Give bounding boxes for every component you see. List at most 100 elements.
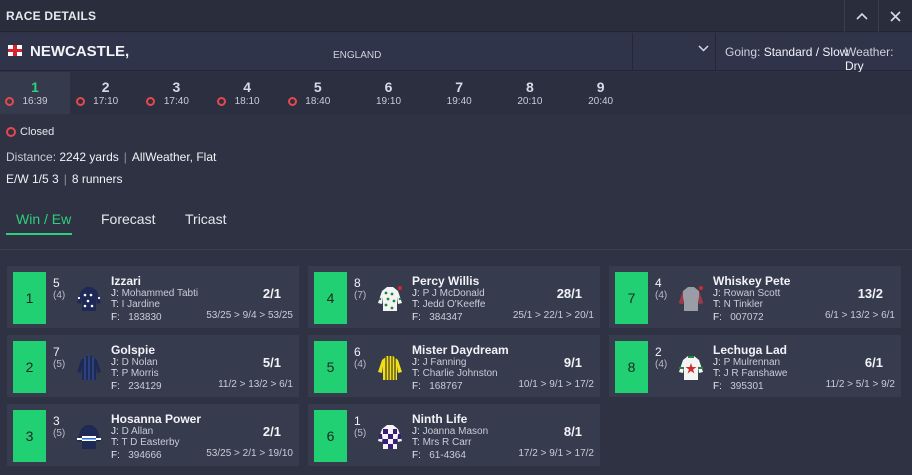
draw-number: (5) — [53, 359, 66, 370]
draw-number: (4) — [53, 290, 66, 301]
trainer-label: T: — [412, 299, 420, 310]
form-label: F: — [111, 312, 120, 323]
race-tab-5[interactable]: 5 18:40 — [283, 72, 353, 114]
window-title: RACE DETAILS — [6, 8, 97, 23]
trainer-line: T: Jedd O'Keeffe — [412, 299, 485, 310]
odds-button[interactable]: 2/1 — [263, 286, 281, 301]
trainer-line: T: J R Fanshawe — [713, 368, 787, 379]
tab-tricast[interactable]: Tricast — [185, 211, 226, 227]
runner-card[interactable]: 4 8 (7) Percy Willis J: P J McDonald T: Jedd … — [308, 266, 600, 328]
close-button[interactable] — [878, 0, 912, 32]
form-label: F: — [111, 450, 120, 461]
closed-status-icon — [5, 97, 14, 106]
draw-number: (4) — [655, 290, 668, 301]
jockey-silk-icon — [75, 283, 103, 313]
jockey-name: D Nolan — [121, 357, 158, 368]
race-tab-1[interactable]: 1 16:39 — [0, 72, 70, 114]
odds-button[interactable]: 13/2 — [858, 286, 883, 301]
jockey-line: J: Joanna Mason — [412, 426, 488, 437]
race-tab-3[interactable]: 3 17:40 — [141, 72, 211, 114]
form-figures: 183830 — [128, 312, 162, 323]
odds-button[interactable]: 28/1 — [557, 286, 582, 301]
runner-card[interactable]: 7 4 (4) Whiskey Pete J: Rowan Scott T: N Tink… — [609, 266, 901, 328]
active-tab-indicator — [6, 233, 72, 235]
race-tab-2[interactable]: 2 17:10 — [71, 72, 141, 114]
jockey-name: P J McDonald — [422, 288, 485, 299]
odds-button[interactable]: 9/1 — [564, 355, 582, 370]
runner-card[interactable]: 5 6 (4) Mister Daydream J: J Fanning T: Charl… — [308, 335, 600, 397]
jockey-line: J: J Fanning — [412, 357, 466, 368]
race-time: 19:10 — [375, 96, 402, 107]
form-figures: 384347 — [429, 312, 463, 323]
race-tab-6[interactable]: 6 19:10 — [354, 72, 424, 114]
stall-number: 1 — [354, 414, 361, 428]
previous-odds: 6/1 > 13/2 > 6/1 — [824, 310, 895, 321]
race-time: 20:10 — [517, 96, 543, 107]
jockey-name: D Allan — [121, 426, 154, 437]
race-number: 7 — [455, 79, 464, 95]
saddle-cloth-number: 7 — [615, 272, 648, 324]
weather-label: Weather: — [845, 45, 894, 59]
separator: | — [123, 150, 127, 164]
weather-info: Weather: Dry — [845, 45, 912, 73]
race-tab-8[interactable]: 8 20:10 — [495, 72, 565, 114]
race-status: Closed — [6, 126, 54, 138]
jockey-line: J: P J McDonald — [412, 288, 485, 299]
previous-odds: 53/25 > 2/1 > 19/10 — [206, 448, 293, 459]
runner-card[interactable]: 8 2 (4) Lechuga Lad J: P Mulrennan T: J R Fan… — [609, 335, 901, 397]
trainer-name: N Tinkler — [723, 299, 764, 310]
race-tab-9[interactable]: 9 20:40 — [566, 72, 636, 114]
trainer-line: T: N Tinkler — [713, 299, 763, 310]
jockey-label: J: — [713, 357, 721, 368]
saddle-cloth-number: 3 — [13, 410, 46, 462]
ew-line: E/W 1/5 3 | 8 runners — [6, 172, 123, 186]
odds-button[interactable]: 6/1 — [865, 355, 883, 370]
race-tab-7[interactable]: 7 19:40 — [424, 72, 494, 114]
saddle-cloth-number: 5 — [314, 341, 347, 393]
race-status-label: Closed — [20, 126, 55, 138]
trainer-line: T: Mrs R Carr — [412, 437, 471, 448]
draw-number: (5) — [354, 428, 367, 439]
form-figures: 394666 — [128, 450, 162, 461]
each-way-terms: E/W 1/5 3 — [6, 172, 59, 186]
venue-bar: NEWCASTLE, ENGLAND Going: Standard / Slo… — [0, 33, 912, 73]
going-info: Going: Standard / Slow — [725, 45, 848, 59]
runner-card[interactable]: 2 7 (5) Golspie J: D Nolan T: P Morris F: 2341… — [7, 335, 299, 397]
runner-card[interactable]: 6 1 (5) Ninth Life J: Joanna Mason T: Mrs R C… — [308, 404, 600, 466]
runner-card[interactable]: 3 3 (5) Hosanna Power J: D Allan T: T D Easte… — [7, 404, 299, 466]
race-number: 1 — [31, 79, 39, 95]
jockey-label: J: — [412, 357, 420, 368]
saddle-cloth-number: 1 — [13, 272, 46, 324]
trainer-label: T: — [111, 437, 119, 448]
runner-card[interactable]: 1 5 (4) Izzari J: Mohammed Tabti T: I Jardine… — [7, 266, 299, 328]
race-number: 9 — [596, 79, 605, 95]
odds-button[interactable]: 2/1 — [263, 424, 281, 439]
england-flag-icon — [8, 45, 22, 56]
jockey-silk-icon — [376, 283, 404, 313]
chevron-up-icon — [855, 12, 868, 20]
jockey-silk-icon — [376, 421, 404, 451]
form-label: F: — [412, 450, 421, 461]
horse-name: Hosanna Power — [111, 412, 202, 426]
odds-button[interactable]: 5/1 — [263, 355, 281, 370]
race-number: 8 — [525, 79, 534, 95]
form-line: F: 168767 — [412, 381, 463, 392]
venue-dropdown[interactable] — [632, 33, 716, 70]
tab-forecast[interactable]: Forecast — [101, 211, 155, 227]
tab-win-ew[interactable]: Win / Ew — [16, 211, 71, 227]
race-time: 19:40 — [446, 96, 472, 107]
form-line: F: 183830 — [111, 312, 162, 323]
race-tab-4[interactable]: 4 18:10 — [212, 72, 282, 114]
odds-button[interactable]: 8/1 — [564, 424, 582, 439]
jockey-name: Rowan Scott — [723, 288, 781, 299]
draw-number: (4) — [655, 359, 668, 370]
distance-label: Distance: — [6, 150, 57, 164]
saddle-cloth-number: 8 — [615, 341, 648, 393]
jockey-silk-icon — [75, 352, 103, 382]
collapse-button[interactable] — [844, 0, 878, 32]
draw-number: (4) — [354, 359, 367, 370]
form-figures: 61-4364 — [429, 450, 466, 461]
previous-odds: 11/2 > 5/1 > 9/2 — [825, 379, 895, 390]
previous-odds: 17/2 > 9/1 > 17/2 — [518, 448, 594, 459]
closed-status-icon — [75, 97, 85, 106]
